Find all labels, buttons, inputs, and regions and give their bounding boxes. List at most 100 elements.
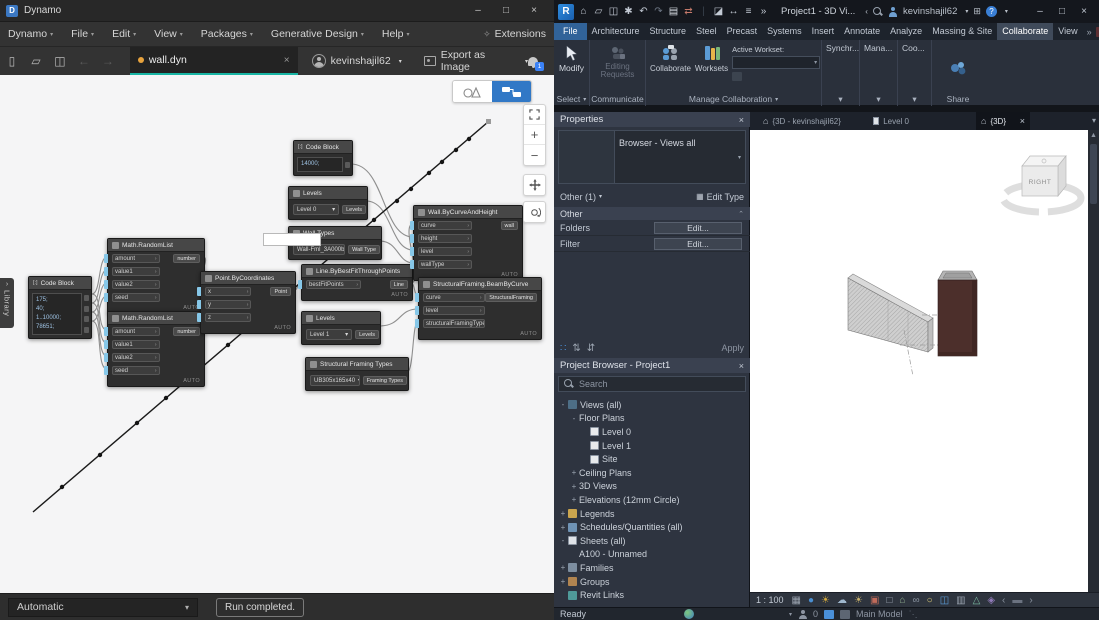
gray-inactive-worksets-icon[interactable]	[732, 72, 743, 81]
chevron-down-icon[interactable]: ▾	[1005, 8, 1008, 15]
expand-icon[interactable]: +	[569, 482, 579, 491]
project-browser-header[interactable]: Project Browser - Project1 ×	[554, 358, 750, 373]
panel-manage-models-dropdown[interactable]: ▾	[860, 92, 897, 106]
menu-dynamo[interactable]: Dynamo ▾	[8, 28, 53, 40]
properties-header[interactable]: Properties ×	[554, 112, 750, 127]
output-port-wall[interactable]: wall	[500, 221, 518, 230]
revit-app-icon[interactable]: R	[558, 3, 574, 20]
selection-filter-value[interactable]: Other (1)	[560, 192, 596, 202]
viewcube-face-label[interactable]: RIGHT	[1029, 179, 1052, 186]
dynamo-canvas[interactable]: [:] Code Block 175; 40; 1..10000; 78651; Math.…	[0, 75, 554, 593]
undo-icon[interactable]: ←	[72, 54, 96, 68]
dynamo-node-structuralframing-beambycurve[interactable]: StructuralFraming.BeamByCurve curve › Struc…	[415, 277, 542, 340]
output-port-line[interactable]: Line	[389, 280, 408, 289]
input-port-bestfitpoints[interactable]: bestFitPoints ›	[306, 280, 362, 289]
dynamo-node-wall-bycurveandheight[interactable]: Wall.ByCurveAndHeight curve › wall height › le…	[410, 205, 523, 281]
scrollbar-thumb[interactable]	[1090, 144, 1097, 204]
extensions-menu[interactable]: ✧ Extensions	[483, 28, 546, 40]
tree-item-schedules-quantities-all[interactable]: + Schedules/Quantities (all)	[554, 520, 750, 534]
chevron-down-icon[interactable]: ▾	[965, 8, 968, 15]
zoom-in-icon[interactable]: +	[524, 125, 545, 145]
ribbon-tab-view[interactable]: View	[1053, 23, 1082, 40]
view-tab-level-0[interactable]: Level 0	[868, 112, 914, 130]
chevron-left-icon[interactable]: ‹	[865, 7, 868, 16]
new-file-icon[interactable]: ▯	[0, 54, 24, 68]
close-icon[interactable]: ×	[739, 115, 744, 125]
output-port-levels[interactable]: Levels	[342, 205, 366, 214]
output-port-number[interactable]: number	[173, 327, 200, 336]
dynamo-node-structural-framing-types[interactable]: Structural Framing Types UB305x165x40▾Fra…	[305, 357, 409, 391]
pan-icon[interactable]	[523, 174, 546, 196]
close-button[interactable]: ×	[520, 1, 548, 21]
edit-button-filter[interactable]: Edit...	[654, 237, 742, 250]
help-icon[interactable]: ?	[985, 6, 997, 17]
open-file-icon[interactable]: ▱	[24, 54, 48, 68]
view-tabs-dropdown-icon[interactable]: ▾	[1092, 116, 1096, 125]
dynamo-node-math-randomlist-1[interactable]: Math.RandomList amount › number value1 › value…	[104, 238, 205, 314]
active-design-option[interactable]: Main Model	[856, 609, 903, 619]
input-port-structuralframingtype[interactable]: structuralFramingType›	[423, 319, 485, 328]
temporary-view-properties-icon[interactable]: ◫	[940, 594, 949, 607]
collaboration-status-icon[interactable]	[684, 609, 695, 619]
design-options-icon[interactable]	[840, 609, 851, 619]
output-port-levels[interactable]: Levels	[355, 330, 379, 339]
input-port-level[interactable]: level ›	[418, 247, 472, 256]
sync-settings-icon[interactable]: ✱	[621, 6, 636, 17]
tree-item-level-0[interactable]: Level 0	[554, 425, 750, 439]
dynamo-node-line-bybestfitthroughpoints[interactable]: Line.ByBestFitThroughPoints bestFitPoints…	[298, 264, 413, 301]
menu-file[interactable]: File ▾	[71, 28, 94, 40]
worksets-status-icon[interactable]	[824, 609, 835, 619]
show-analytical-model-icon[interactable]: ▥	[956, 594, 965, 607]
node-dropdown[interactable]: Level 1 ▾	[306, 329, 353, 340]
library-panel-tab[interactable]: › Library	[0, 278, 14, 328]
minimize-button[interactable]: –	[1029, 3, 1051, 21]
ribbon-tab-annotate[interactable]: Annotate	[839, 23, 885, 40]
panel-label-select[interactable]: Select ▾	[554, 92, 589, 106]
zoom-out-icon[interactable]: −	[524, 145, 545, 165]
ribbon-tab-precast[interactable]: Precast	[722, 23, 763, 40]
reveal-constraints-icon[interactable]: ◈	[987, 594, 995, 607]
output-port-structuralframing[interactable]: StructuralFraming	[485, 293, 537, 302]
tree-item-a100-unnamed[interactable]: A100 - Unnamed	[554, 548, 750, 562]
scroll-up-icon[interactable]: ▲	[1088, 130, 1099, 139]
ribbon-tab-massing-site[interactable]: Massing & Site	[927, 23, 997, 40]
tree-item-legends[interactable]: + Legends	[554, 507, 750, 521]
output-port[interactable]	[84, 305, 89, 312]
output-port-point[interactable]: Point	[270, 287, 291, 296]
worksets-button[interactable]: Worksets	[695, 43, 728, 73]
model-wall[interactable]	[847, 273, 934, 353]
resize-grip[interactable]: ⋱	[909, 609, 918, 620]
expand-icon[interactable]: +	[569, 468, 579, 477]
account-name[interactable]: kevinshajil62	[903, 6, 957, 17]
editable-only-icon[interactable]	[798, 609, 807, 619]
output-port[interactable]	[84, 295, 89, 302]
edit-button-folders[interactable]: Edit...	[654, 221, 742, 234]
fit-to-screen-icon[interactable]	[524, 105, 545, 125]
collapse-icon[interactable]: -	[558, 400, 568, 409]
worksharing-display-icon[interactable]: ○	[927, 594, 933, 607]
geometry-view-toggle[interactable]	[453, 81, 492, 102]
input-port-value1[interactable]: value1 ›	[112, 267, 160, 276]
shadows-icon[interactable]: ☁	[837, 594, 847, 607]
ribbon-tab-architecture[interactable]: Architecture	[587, 23, 645, 40]
maximize-button[interactable]: □	[1051, 3, 1073, 21]
expand-icon[interactable]: +	[558, 563, 568, 572]
scroll-right-icon[interactable]: ›	[1029, 594, 1032, 607]
tree-item-level-1[interactable]: Level 1	[554, 439, 750, 453]
share-icon[interactable]	[949, 60, 967, 76]
active-workset-dropdown[interactable]: ▾	[732, 56, 821, 69]
expand-icon[interactable]: +	[558, 523, 568, 532]
visual-style-icon[interactable]: ●	[808, 594, 814, 607]
code-block-editor[interactable]: 14000;	[297, 157, 343, 172]
input-port-value1[interactable]: value1 ›	[112, 340, 160, 349]
thin-lines-icon[interactable]: ≡	[741, 6, 756, 17]
export-as-image-button[interactable]: Export as Image ▾	[423, 49, 528, 73]
view-tab-3d[interactable]: ⌂ {3D} ×	[976, 112, 1030, 130]
sort-ascending-icon[interactable]: ⇅	[572, 343, 580, 354]
input-port-value2[interactable]: value2 ›	[112, 280, 160, 289]
viewcube[interactable]: RIGHT	[999, 155, 1085, 216]
tree-item-groups[interactable]: + Groups	[554, 575, 750, 589]
ribbon-tab-insert[interactable]: Insert	[807, 23, 840, 40]
menu-packages[interactable]: Packages ▾	[201, 28, 253, 40]
input-port-value2[interactable]: value2 ›	[112, 353, 160, 362]
